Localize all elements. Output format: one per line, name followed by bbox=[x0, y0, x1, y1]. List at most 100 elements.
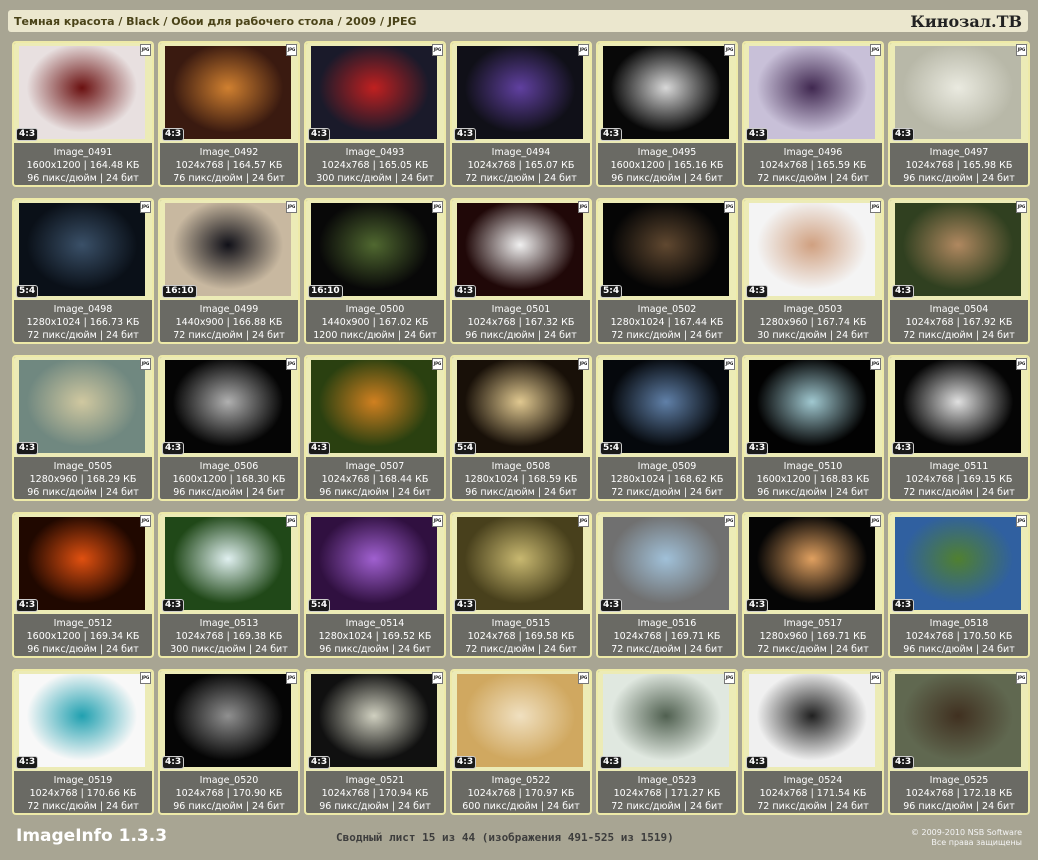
image-card[interactable]: JPG 4:3 Image_0525 1024x768 | 172.18 КБ 96 п… bbox=[888, 669, 1030, 815]
image-card[interactable]: JPG 16:10 Image_0500 1440x900 | 167.02 КБ 12… bbox=[304, 198, 446, 344]
image-card[interactable]: JPG 4:3 Image_0492 1024x768 | 164.57 КБ 76 п… bbox=[158, 41, 300, 187]
image-card[interactable]: JPG 4:3 Image_0501 1024x768 | 167.32 КБ 96 п… bbox=[450, 198, 592, 344]
image-thumbnail[interactable] bbox=[19, 203, 145, 296]
image-card[interactable]: JPG 5:4 Image_0498 1280x1024 | 166.73 КБ 72 … bbox=[12, 198, 154, 344]
image-dimensions-size: 1440x900 | 167.02 КБ bbox=[321, 317, 429, 328]
image-thumbnail[interactable] bbox=[749, 203, 875, 296]
image-thumbnail[interactable] bbox=[895, 203, 1021, 296]
image-thumbnail[interactable] bbox=[19, 517, 145, 610]
image-thumbnail[interactable] bbox=[311, 674, 437, 767]
image-name: Image_0502 bbox=[637, 304, 697, 315]
image-card[interactable]: JPG 4:3 Image_0520 1024x768 | 170.90 КБ 96 п… bbox=[158, 669, 300, 815]
thumbnail-frame: JPG 4:3 bbox=[890, 514, 1028, 614]
image-thumbnail[interactable] bbox=[749, 46, 875, 139]
image-thumbnail[interactable] bbox=[311, 203, 437, 296]
image-card[interactable]: JPG 4:3 Image_0513 1024x768 | 169.38 КБ 300 … bbox=[158, 512, 300, 658]
image-card[interactable]: JPG 4:3 Image_0511 1024x768 | 169.15 КБ 72 п… bbox=[888, 355, 1030, 501]
image-card[interactable]: JPG 4:3 Image_0517 1280x960 | 169.71 КБ 72 п… bbox=[742, 512, 884, 658]
image-dpi-depth: 30 пикс/дюйм | 24 бит bbox=[757, 330, 869, 341]
image-thumbnail[interactable] bbox=[895, 674, 1021, 767]
image-thumbnail[interactable] bbox=[603, 674, 729, 767]
image-thumbnail[interactable] bbox=[895, 46, 1021, 139]
jpg-file-icon: JPG bbox=[1016, 201, 1027, 213]
thumbnail-frame: JPG 4:3 bbox=[14, 43, 152, 143]
jpg-file-icon: JPG bbox=[578, 201, 589, 213]
image-thumbnail[interactable] bbox=[165, 360, 291, 453]
image-thumbnail[interactable] bbox=[749, 517, 875, 610]
aspect-ratio-badge: 4:3 bbox=[16, 442, 39, 455]
image-card[interactable]: JPG 4:3 Image_0491 1600x1200 | 164.48 КБ 96 … bbox=[12, 41, 154, 187]
image-card[interactable]: JPG 4:3 Image_0519 1024x768 | 170.66 КБ 72 п… bbox=[12, 669, 154, 815]
image-dpi-depth: 72 пикс/дюйм | 24 бит bbox=[757, 801, 869, 812]
image-card[interactable]: JPG 4:3 Image_0507 1024x768 | 168.44 КБ 96 п… bbox=[304, 355, 446, 501]
jpg-file-icon: JPG bbox=[724, 358, 735, 370]
image-card[interactable]: JPG 4:3 Image_0505 1280x960 | 168.29 КБ 96 п… bbox=[12, 355, 154, 501]
image-thumbnail[interactable] bbox=[457, 517, 583, 610]
image-card[interactable]: JPG 4:3 Image_0493 1024x768 | 165.05 КБ 300 … bbox=[304, 41, 446, 187]
image-card[interactable]: JPG 4:3 Image_0523 1024x768 | 171.27 КБ 72 п… bbox=[596, 669, 738, 815]
image-thumbnail[interactable] bbox=[165, 674, 291, 767]
thumbnail-frame: JPG 4:3 bbox=[598, 671, 736, 771]
aspect-ratio-badge: 4:3 bbox=[454, 285, 477, 298]
jpg-file-icon: JPG bbox=[870, 44, 881, 56]
image-thumbnail[interactable] bbox=[895, 360, 1021, 453]
image-card[interactable]: JPG 4:3 Image_0518 1024x768 | 170.50 КБ 96 п… bbox=[888, 512, 1030, 658]
image-dimensions-size: 1024x768 | 169.71 КБ bbox=[613, 631, 721, 642]
image-thumbnail[interactable] bbox=[19, 46, 145, 139]
image-card[interactable]: JPG 4:3 Image_0495 1600x1200 | 165.16 КБ 96 … bbox=[596, 41, 738, 187]
image-card[interactable]: JPG 4:3 Image_0504 1024x768 | 167.92 КБ 72 п… bbox=[888, 198, 1030, 344]
image-thumbnail[interactable] bbox=[311, 360, 437, 453]
image-card[interactable]: JPG 4:3 Image_0506 1600x1200 | 168.30 КБ 96 … bbox=[158, 355, 300, 501]
image-card[interactable]: JPG 4:3 Image_0510 1600x1200 | 168.83 КБ 96 … bbox=[742, 355, 884, 501]
image-card[interactable]: JPG 4:3 Image_0494 1024x768 | 165.07 КБ 72 п… bbox=[450, 41, 592, 187]
image-card[interactable]: JPG 4:3 Image_0516 1024x768 | 169.71 КБ 72 п… bbox=[596, 512, 738, 658]
image-card[interactable]: JPG 4:3 Image_0512 1600x1200 | 169.34 КБ 96 … bbox=[12, 512, 154, 658]
image-card[interactable]: JPG 4:3 Image_0521 1024x768 | 170.94 КБ 96 п… bbox=[304, 669, 446, 815]
image-thumbnail[interactable] bbox=[457, 46, 583, 139]
image-name: Image_0491 bbox=[53, 147, 113, 158]
image-thumbnail[interactable] bbox=[603, 360, 729, 453]
image-thumbnail[interactable] bbox=[457, 360, 583, 453]
jpg-file-icon: JPG bbox=[286, 672, 297, 684]
image-thumbnail[interactable] bbox=[457, 203, 583, 296]
image-thumbnail[interactable] bbox=[19, 360, 145, 453]
image-dimensions-size: 1024x768 | 169.58 КБ bbox=[467, 631, 575, 642]
image-thumbnail[interactable] bbox=[457, 674, 583, 767]
image-thumbnail[interactable] bbox=[19, 674, 145, 767]
image-card[interactable]: JPG 4:3 Image_0524 1024x768 | 171.54 КБ 72 п… bbox=[742, 669, 884, 815]
image-thumbnail[interactable] bbox=[165, 517, 291, 610]
image-thumbnail[interactable] bbox=[603, 517, 729, 610]
image-info: Image_0521 1024x768 | 170.94 КБ 96 пикс/дю… bbox=[306, 774, 444, 813]
image-thumbnail[interactable] bbox=[311, 46, 437, 139]
thumbnail-frame: JPG 4:3 bbox=[890, 43, 1028, 143]
image-card[interactable]: JPG 5:4 Image_0502 1280x1024 | 167.44 КБ 72 … bbox=[596, 198, 738, 344]
image-card[interactable]: JPG 5:4 Image_0508 1280x1024 | 168.59 КБ 96 … bbox=[450, 355, 592, 501]
image-thumbnail[interactable] bbox=[165, 46, 291, 139]
jpg-file-icon: JPG bbox=[578, 44, 589, 56]
image-dimensions-size: 1024x768 | 169.15 КБ bbox=[905, 474, 1013, 485]
jpg-file-icon: JPG bbox=[432, 672, 443, 684]
image-card[interactable]: JPG 5:4 Image_0509 1280x1024 | 168.62 КБ 72 … bbox=[596, 355, 738, 501]
image-card[interactable]: JPG 4:3 Image_0496 1024x768 | 165.59 КБ 72 п… bbox=[742, 41, 884, 187]
image-card[interactable]: JPG 5:4 Image_0514 1280x1024 | 169.52 КБ 96 … bbox=[304, 512, 446, 658]
image-card[interactable]: JPG 16:10 Image_0499 1440x900 | 166.88 КБ 72… bbox=[158, 198, 300, 344]
sheet-summary: Сводный лист 15 из 44 (изображения 491-5… bbox=[336, 831, 674, 844]
image-card[interactable]: JPG 4:3 Image_0522 1024x768 | 170.97 КБ 600 … bbox=[450, 669, 592, 815]
image-thumbnail[interactable] bbox=[311, 517, 437, 610]
image-thumbnail[interactable] bbox=[749, 360, 875, 453]
image-info: Image_0491 1600x1200 | 164.48 КБ 96 пикс/д… bbox=[14, 146, 152, 185]
jpg-file-icon: JPG bbox=[724, 515, 735, 527]
image-info: Image_0508 1280x1024 | 168.59 КБ 96 пикс/д… bbox=[452, 460, 590, 499]
image-thumbnail[interactable] bbox=[603, 203, 729, 296]
image-dimensions-size: 1440x900 | 166.88 КБ bbox=[175, 317, 283, 328]
image-card[interactable]: JPG 4:3 Image_0497 1024x768 | 165.98 КБ 96 п… bbox=[888, 41, 1030, 187]
image-name: Image_0523 bbox=[637, 775, 697, 786]
image-thumbnail[interactable] bbox=[895, 517, 1021, 610]
image-thumbnail[interactable] bbox=[603, 46, 729, 139]
image-card[interactable]: JPG 4:3 Image_0515 1024x768 | 169.58 КБ 72 п… bbox=[450, 512, 592, 658]
image-thumbnail[interactable] bbox=[165, 203, 291, 296]
image-card[interactable]: JPG 4:3 Image_0503 1280x960 | 167.74 КБ 30 п… bbox=[742, 198, 884, 344]
image-name: Image_0505 bbox=[53, 461, 113, 472]
jpg-file-icon: JPG bbox=[140, 515, 151, 527]
image-thumbnail[interactable] bbox=[749, 674, 875, 767]
